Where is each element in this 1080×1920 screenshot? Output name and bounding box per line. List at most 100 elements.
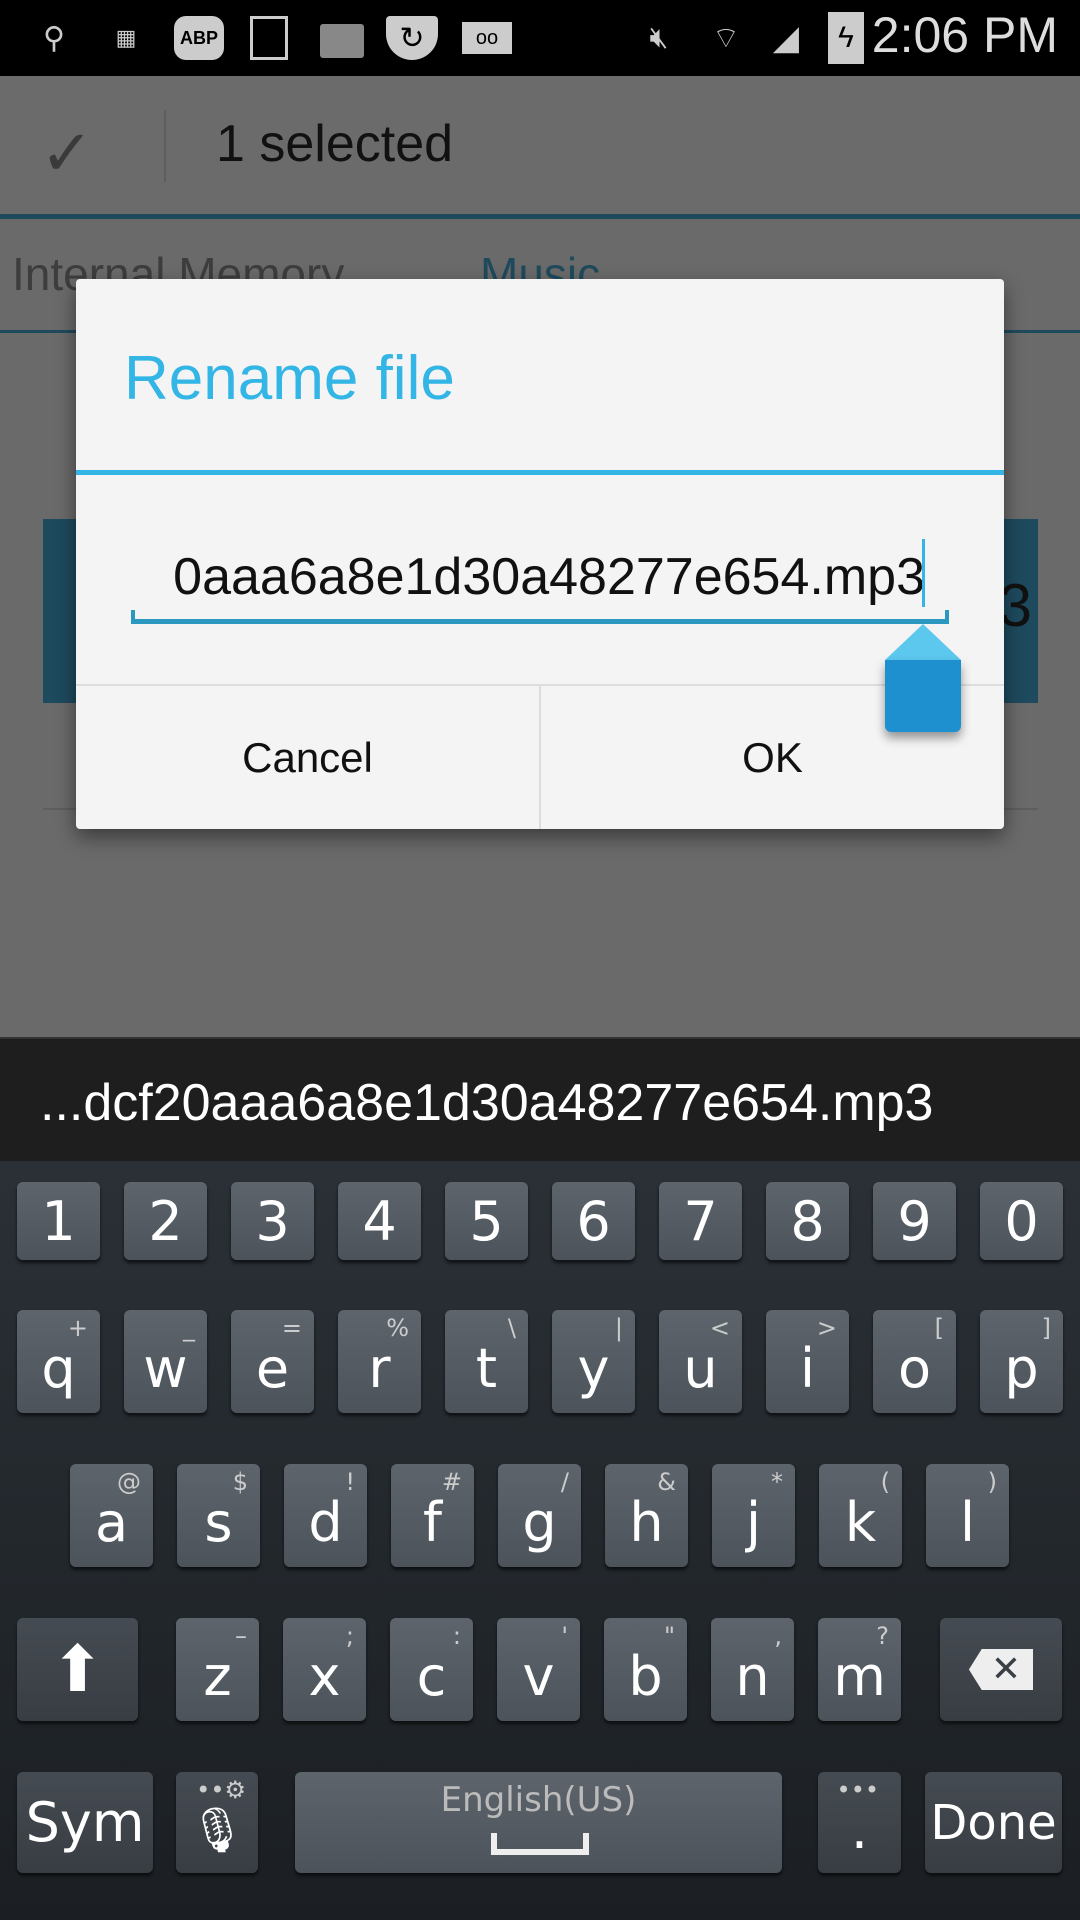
key-label: r (368, 1337, 391, 1400)
key-label: n (735, 1645, 770, 1708)
key-secondary-label: # (441, 1468, 462, 1496)
done-key[interactable]: Done (925, 1772, 1062, 1873)
key-label: 3 (255, 1189, 290, 1253)
key-label: Sym (25, 1791, 145, 1854)
key-5[interactable]: 5 (445, 1182, 528, 1260)
key-k[interactable]: k( (819, 1464, 902, 1567)
key-x[interactable]: x; (283, 1618, 366, 1721)
key-secondary-label: * (771, 1468, 783, 1496)
key-d[interactable]: d! (284, 1464, 367, 1567)
key-secondary-label: , (774, 1622, 782, 1650)
clock: 2:06 PM (871, 7, 1058, 63)
backspace-key[interactable]: ✕ (940, 1618, 1062, 1721)
text-selection-handle[interactable] (885, 624, 961, 732)
key-label: Done (930, 1794, 1057, 1851)
key-label: 7 (683, 1189, 718, 1253)
key-8[interactable]: 8 (766, 1182, 849, 1260)
key-s[interactable]: s $ (177, 1464, 260, 1567)
keyboard: 1 2 3 4 5 6 7 8 9 0 q + w _ e = r% t \ y | u < i > o[p] a @ s $ d! f # g /… (0, 1161, 1080, 1920)
key-label: h (629, 1491, 664, 1554)
key-secondary-label: _ (183, 1314, 195, 1342)
key-secondary-label: + (67, 1314, 88, 1342)
key-2[interactable]: 2 (124, 1182, 207, 1260)
key-h[interactable]: h & (605, 1464, 688, 1567)
key-secondary-label: ! (345, 1468, 355, 1496)
key-secondary-label: – (235, 1622, 247, 1650)
key-label: 9 (897, 1189, 932, 1253)
key-u[interactable]: u < (659, 1310, 742, 1413)
key-m[interactable]: m? (818, 1618, 901, 1721)
key-secondary-label: > (816, 1314, 837, 1342)
key-label: 6 (576, 1189, 611, 1253)
key-label: y (577, 1337, 610, 1400)
keyboard-icon: ▦ (115, 25, 137, 50)
key-secondary-label: ] (1041, 1314, 1051, 1342)
key-9[interactable]: 9 (873, 1182, 956, 1260)
space-key[interactable]: English(US) (295, 1772, 782, 1873)
key-c[interactable]: c: (390, 1618, 473, 1721)
cancel-button[interactable]: Cancel (76, 686, 541, 829)
key-label: 5 (469, 1189, 504, 1253)
space-bar-icon (491, 1833, 589, 1855)
sym-key[interactable]: Sym (17, 1772, 153, 1873)
key-i[interactable]: i > (766, 1310, 849, 1413)
filename-input-value[interactable]: 0aaa6a8e1d30a48277e654.mp3 (173, 547, 925, 607)
done-check-icon[interactable]: ✓ (40, 116, 94, 191)
shield-update-icon: ↻ (386, 16, 438, 60)
key-a[interactable]: a @ (70, 1464, 153, 1567)
key-label: m (833, 1645, 886, 1708)
backspace-icon: ✕ (968, 1649, 1034, 1690)
key-6[interactable]: 6 (552, 1182, 635, 1260)
key-z[interactable]: z – (176, 1618, 259, 1721)
microphone-key[interactable]: 🎙︎ ••⚙ (176, 1772, 258, 1873)
key-label: f (422, 1491, 442, 1554)
key-y[interactable]: y | (552, 1310, 635, 1413)
shift-key[interactable]: ⬆ (17, 1618, 138, 1721)
text-cursor (922, 539, 925, 607)
key-l[interactable]: l) (926, 1464, 1009, 1567)
settings-gear-icon: ••⚙ (196, 1776, 246, 1804)
key-j[interactable]: j * (712, 1464, 795, 1567)
key-1[interactable]: 1 (17, 1182, 100, 1260)
key-q[interactable]: q + (17, 1310, 100, 1413)
usb-icon: ⚲ (43, 21, 65, 55)
key-7[interactable]: 7 (659, 1182, 742, 1260)
key-secondary-label: ; (345, 1622, 354, 1650)
preview-text: ...dcf20aaa6a8e1d30a48277e654.mp3 (40, 1074, 934, 1132)
key-v[interactable]: v ' (497, 1618, 580, 1721)
key-label: 0 (1004, 1189, 1039, 1253)
key-label: x (308, 1645, 341, 1708)
title-divider (76, 470, 1004, 475)
key-4[interactable]: 4 (338, 1182, 421, 1260)
key-o[interactable]: o[ (873, 1310, 956, 1413)
key-b[interactable]: b " (604, 1618, 687, 1721)
key-f[interactable]: f # (391, 1464, 474, 1567)
divider (164, 110, 166, 182)
key-w[interactable]: w _ (124, 1310, 207, 1413)
key-label: . (850, 1798, 869, 1861)
key-n[interactable]: n, (711, 1618, 794, 1721)
key-p[interactable]: p] (980, 1310, 1063, 1413)
filename-input[interactable]: 0aaa6a8e1d30a48277e654.mp3 (131, 525, 949, 625)
key-0[interactable]: 0 (980, 1182, 1063, 1260)
key-label: i (799, 1337, 815, 1400)
key-secondary-label: [ (934, 1314, 944, 1342)
key-secondary-label: / (560, 1468, 569, 1496)
period-key[interactable]: •••. (818, 1772, 901, 1873)
key-label: s (204, 1491, 233, 1554)
key-label: 2 (148, 1189, 183, 1253)
key-3[interactable]: 3 (231, 1182, 314, 1260)
key-e[interactable]: e = (231, 1310, 314, 1413)
key-label: t (475, 1337, 498, 1400)
key-g[interactable]: g / (498, 1464, 581, 1567)
status-bar: ⚲ ▦ ABP ↻ oo 🔇︎ ⌔ ◢ ϟ 2:06 PM (0, 0, 1080, 76)
key-secondary-label: ' (561, 1622, 568, 1650)
key-label: d (308, 1491, 343, 1554)
key-label: w (143, 1337, 188, 1400)
key-secondary-label: % (386, 1314, 409, 1342)
key-t[interactable]: t \ (445, 1310, 528, 1413)
key-secondary-label: < (709, 1314, 730, 1342)
selection-count: 1 selected (216, 115, 454, 173)
key-label: q (41, 1337, 76, 1400)
key-r[interactable]: r% (338, 1310, 421, 1413)
